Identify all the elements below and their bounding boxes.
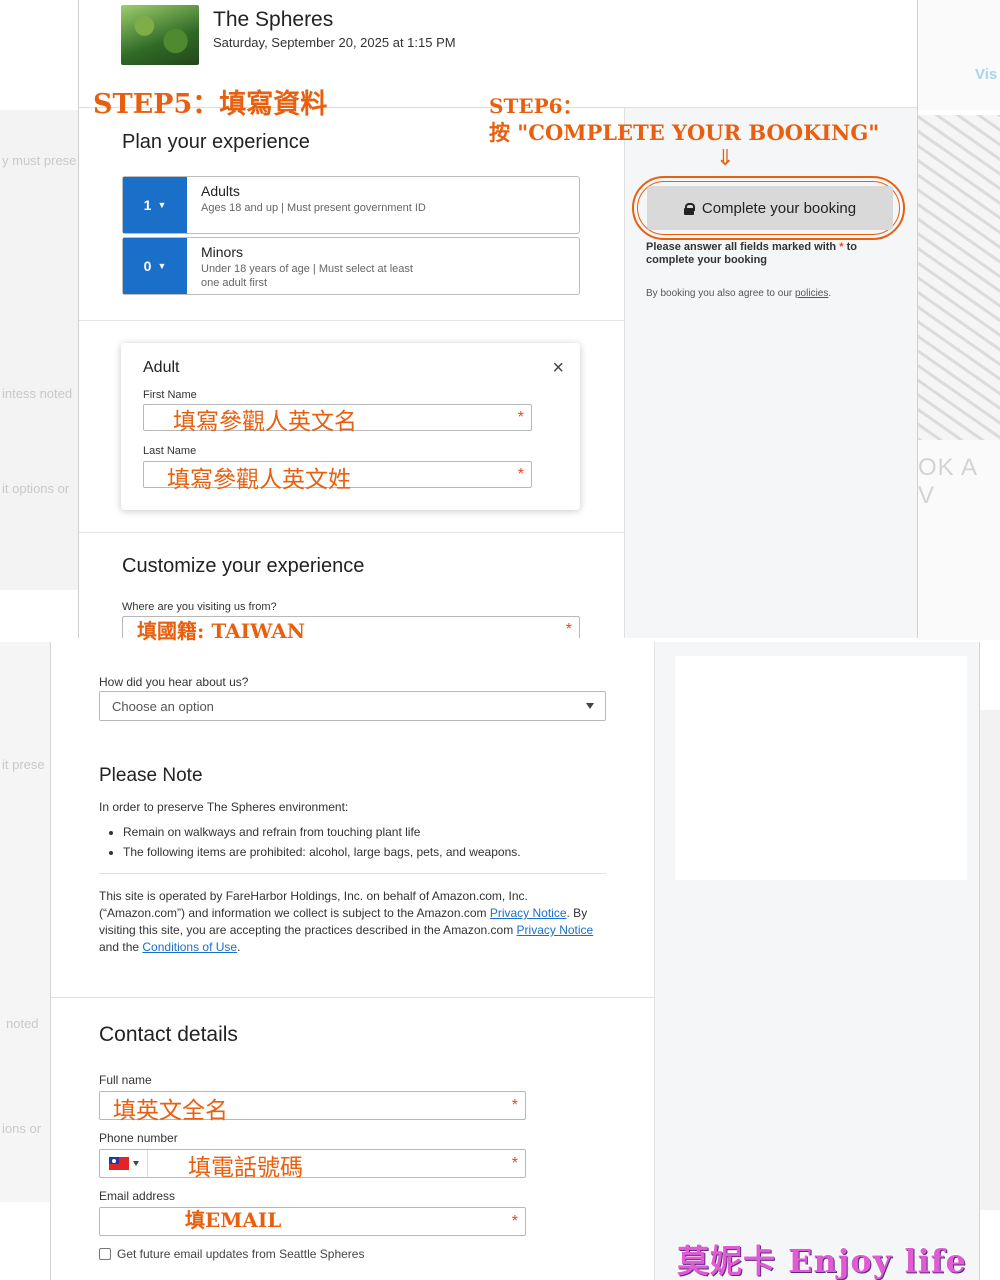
policies-note-end: . xyxy=(828,288,832,299)
legal-text: This site is operated by FareHarbor Hold… xyxy=(99,889,528,920)
background-left-strip xyxy=(0,642,50,1202)
adults-count-select[interactable]: 1 ▼ xyxy=(123,177,187,233)
background-text: it prese xyxy=(2,757,45,772)
guest-type-label: Adults xyxy=(201,183,240,199)
visiting-from-label: Where are you visiting us from? xyxy=(122,601,277,613)
required-mark: * xyxy=(565,621,572,638)
please-note-intro: In order to preserve The Spheres environ… xyxy=(99,800,349,814)
hear-about-placeholder: Choose an option xyxy=(112,699,214,714)
required-mark: * xyxy=(839,241,844,253)
required-mark: * xyxy=(511,1155,518,1172)
email-updates-label: Get future email updates from Seattle Sp… xyxy=(117,1247,365,1261)
full-name-hint: 填英文全名 xyxy=(113,1098,228,1124)
complete-booking-label: Complete your booking xyxy=(701,199,857,217)
required-mark: * xyxy=(511,1213,518,1230)
policies-link[interactable]: policies xyxy=(795,288,828,299)
background-book-text: OK A V xyxy=(918,454,977,509)
event-datetime: Saturday, September 20, 2025 at 1:15 PM xyxy=(213,35,456,50)
watermark: 莫妮卡 Enjoy life xyxy=(677,1242,967,1280)
minors-count-value: 0 xyxy=(143,258,152,274)
taiwan-flag-icon xyxy=(108,1157,129,1170)
legal-notice: This site is operated by FareHarbor Hold… xyxy=(99,888,606,956)
customize-heading: Customize your experience xyxy=(122,555,365,577)
country-hint: 填國籍: TAIWAN xyxy=(137,619,305,643)
sidebar-column xyxy=(655,642,980,1280)
legal-text: and the xyxy=(99,940,143,954)
privacy-notice-link[interactable]: Privacy Notice xyxy=(490,906,567,920)
email-field[interactable]: * xyxy=(99,1207,526,1236)
caret-down-icon: ▼ xyxy=(157,261,167,271)
complete-booking-button[interactable]: Complete your booking xyxy=(647,186,893,230)
last-name-label: Last Name xyxy=(143,445,197,457)
background-right-strip xyxy=(980,710,1000,1210)
section-divider xyxy=(79,320,624,321)
email-hint: 填EMAIL xyxy=(185,1208,282,1232)
phone-field[interactable]: * xyxy=(99,1149,526,1178)
phone-label: Phone number xyxy=(99,1131,178,1145)
form-column: How did you hear about us? Choose an opt… xyxy=(50,642,656,1280)
arrow-down-icon: ⇓ xyxy=(716,145,735,170)
hear-about-select[interactable]: Choose an option xyxy=(99,691,606,721)
country-code-select[interactable] xyxy=(100,1150,148,1177)
step6-annotation: STEP6： xyxy=(489,94,583,118)
plan-heading: Plan your experience xyxy=(122,131,310,153)
conditions-of-use-link[interactable]: Conditions of Use xyxy=(142,940,237,954)
first-name-hint: 填寫參觀人英文名 xyxy=(173,409,357,435)
list-item: The following items are prohibited: alco… xyxy=(123,842,521,862)
event-title: The Spheres xyxy=(213,8,334,31)
background-text: noted xyxy=(6,1016,39,1031)
required-fields-note: Please answer all fields marked with * t… xyxy=(646,241,876,267)
required-mark: * xyxy=(511,1097,518,1114)
phone-hint: 填電話號碼 xyxy=(188,1155,303,1181)
email-updates-checkbox[interactable]: Get future email updates from Seattle Sp… xyxy=(99,1247,364,1261)
contact-heading: Contact details xyxy=(99,1023,238,1046)
guest-type-description: Ages 18 and up | Must present government… xyxy=(201,202,426,214)
section-divider xyxy=(79,532,624,533)
step6-annotation: 按 "COMPLETE YOUR BOOKING" xyxy=(489,120,880,145)
guest-row-adults: 1 ▼ Adults Ages 18 and up | Must present… xyxy=(122,176,580,234)
section-divider xyxy=(51,997,656,998)
step5-annotation: STEP5：填寫資料 xyxy=(93,89,328,120)
full-name-label: Full name xyxy=(99,1073,152,1087)
background-right-strip xyxy=(917,0,1000,110)
minors-count-select[interactable]: 0 ▼ xyxy=(123,238,187,294)
privacy-notice-link[interactable]: Privacy Notice xyxy=(517,923,594,937)
list-item: Remain on walkways and refrain from touc… xyxy=(123,822,521,842)
caret-down-icon xyxy=(586,703,594,709)
guest-type-description: Under 18 years of age | Must select at l… xyxy=(201,263,413,289)
adult-card-title: Adult xyxy=(143,359,180,376)
first-name-label: First Name xyxy=(143,389,197,401)
hear-about-label: How did you hear about us? xyxy=(99,675,249,689)
legal-text: . xyxy=(237,940,241,954)
email-label: Email address xyxy=(99,1189,176,1203)
caret-down-icon: ▼ xyxy=(157,200,167,210)
background-text: it options or xyxy=(2,481,70,496)
booking-panel-bottom: How did you hear about us? Choose an opt… xyxy=(50,642,980,1280)
close-icon[interactable]: × xyxy=(552,357,564,380)
sidebar-card xyxy=(675,656,967,880)
background-text: intess noted xyxy=(2,386,73,401)
please-note-heading: Please Note xyxy=(99,765,203,786)
background-text: ions or xyxy=(2,1121,42,1136)
section-divider xyxy=(99,873,606,874)
caret-down-icon xyxy=(132,1161,139,1166)
checkbox-icon[interactable] xyxy=(99,1248,111,1260)
policies-note-text: By booking you also agree to our xyxy=(646,288,793,299)
background-left-strip xyxy=(0,110,78,590)
last-name-hint: 填寫參觀人英文姓 xyxy=(167,467,351,493)
guest-row-minors: 0 ▼ Minors Under 18 years of age | Must … xyxy=(122,237,580,295)
background-text: y must prese xyxy=(2,153,77,168)
background-image xyxy=(917,115,1000,440)
required-note-prefix: Please answer all fields marked with xyxy=(646,241,837,253)
adults-count-value: 1 xyxy=(143,197,152,213)
lock-icon xyxy=(683,202,695,215)
policies-note: By booking you also agree to our policie… xyxy=(646,288,831,299)
please-note-list: Remain on walkways and refrain from touc… xyxy=(123,822,521,862)
event-thumbnail xyxy=(121,5,199,65)
background-visit-link: Vis xyxy=(975,66,998,83)
required-mark: * xyxy=(517,466,524,483)
required-mark: * xyxy=(517,409,524,426)
guest-type-label: Minors xyxy=(201,244,244,260)
